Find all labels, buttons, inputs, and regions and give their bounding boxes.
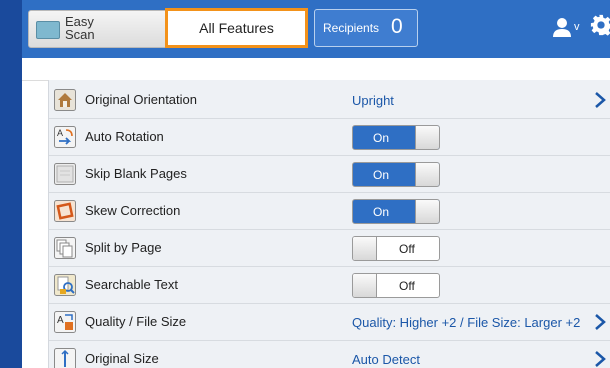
toggle-state: Off <box>399 242 415 256</box>
feature-row-original-size[interactable]: Original Size Auto Detect <box>49 341 610 368</box>
feature-value: Quality: Higher +2 / File Size: Larger +… <box>352 315 581 330</box>
feature-row-split-by-page[interactable]: Split by Page Off <box>49 230 610 267</box>
toggle-state: On <box>373 168 390 182</box>
feature-row-original-orientation[interactable]: Original Orientation Upright <box>49 82 610 119</box>
quality-icon: A <box>54 311 76 333</box>
feature-row-skip-blank-pages[interactable]: Skip Blank Pages On <box>49 156 610 193</box>
sub-header-bar <box>22 58 610 81</box>
toggle-knob <box>415 200 439 223</box>
chevron-right-icon <box>595 314 606 330</box>
searchable-text-icon <box>54 274 76 296</box>
all-features-tab[interactable]: All Features <box>165 8 308 48</box>
user-menu-caret[interactable]: v <box>574 21 580 33</box>
feature-label: Searchable Text <box>85 277 178 292</box>
split-by-page-toggle[interactable]: Off <box>352 236 440 261</box>
chevron-right-icon <box>595 92 606 108</box>
feature-label: Original Size <box>85 351 159 366</box>
skew-icon <box>54 200 76 222</box>
feature-label: Auto Rotation <box>85 129 164 144</box>
orientation-icon <box>54 89 76 111</box>
chevron-right-icon <box>595 351 606 367</box>
feature-label: Quality / File Size <box>85 314 187 329</box>
blank-page-icon <box>54 163 76 185</box>
feature-row-quality-file-size[interactable]: A Quality / File Size Quality: Higher +2… <box>49 304 610 341</box>
toggle-state: Off <box>399 279 415 293</box>
original-size-icon <box>54 348 76 368</box>
toggle-knob <box>415 126 439 149</box>
feature-row-skew-correction[interactable]: Skew Correction On <box>49 193 610 230</box>
easy-scan-icon <box>36 21 60 39</box>
skew-correction-toggle[interactable]: On <box>352 199 440 224</box>
recipients-count: 0 <box>391 15 403 38</box>
toggle-knob <box>353 237 377 260</box>
searchable-text-toggle[interactable]: Off <box>352 273 440 298</box>
svg-text:A: A <box>57 315 64 326</box>
skip-blank-pages-toggle[interactable]: On <box>352 162 440 187</box>
feature-label: Split by Page <box>85 240 162 255</box>
top-bar: Easy Scan All Features Recipients 0 v <box>22 0 610 58</box>
svg-text:A: A <box>57 128 63 138</box>
split-page-icon <box>54 237 76 259</box>
gear-icon[interactable] <box>590 14 610 36</box>
toggle-state: On <box>373 205 390 219</box>
scanner-screen: Easy Scan All Features Recipients 0 v Or… <box>22 0 610 368</box>
easy-scan-button[interactable]: Easy Scan <box>28 10 168 48</box>
rotation-icon: A <box>54 126 76 148</box>
feature-value: Auto Detect <box>352 352 420 367</box>
feature-row-searchable-text[interactable]: Searchable Text Off <box>49 267 610 304</box>
toggle-knob <box>415 163 439 186</box>
recipients-label: Recipients <box>323 21 380 35</box>
feature-label: Skip Blank Pages <box>85 166 187 181</box>
user-icon[interactable] <box>551 16 573 38</box>
easy-scan-label: Easy Scan <box>65 14 95 42</box>
feature-label: Original Orientation <box>85 92 197 107</box>
toggle-knob <box>353 274 377 297</box>
feature-value: Upright <box>352 93 394 108</box>
features-list: Original Orientation Upright A Auto Rota… <box>48 80 610 368</box>
feature-label: Skew Correction <box>85 203 181 218</box>
auto-rotation-toggle[interactable]: On <box>352 125 440 150</box>
recipients-button[interactable]: Recipients 0 <box>314 9 418 47</box>
feature-row-auto-rotation[interactable]: A Auto Rotation On <box>49 119 610 156</box>
toggle-state: On <box>373 131 390 145</box>
